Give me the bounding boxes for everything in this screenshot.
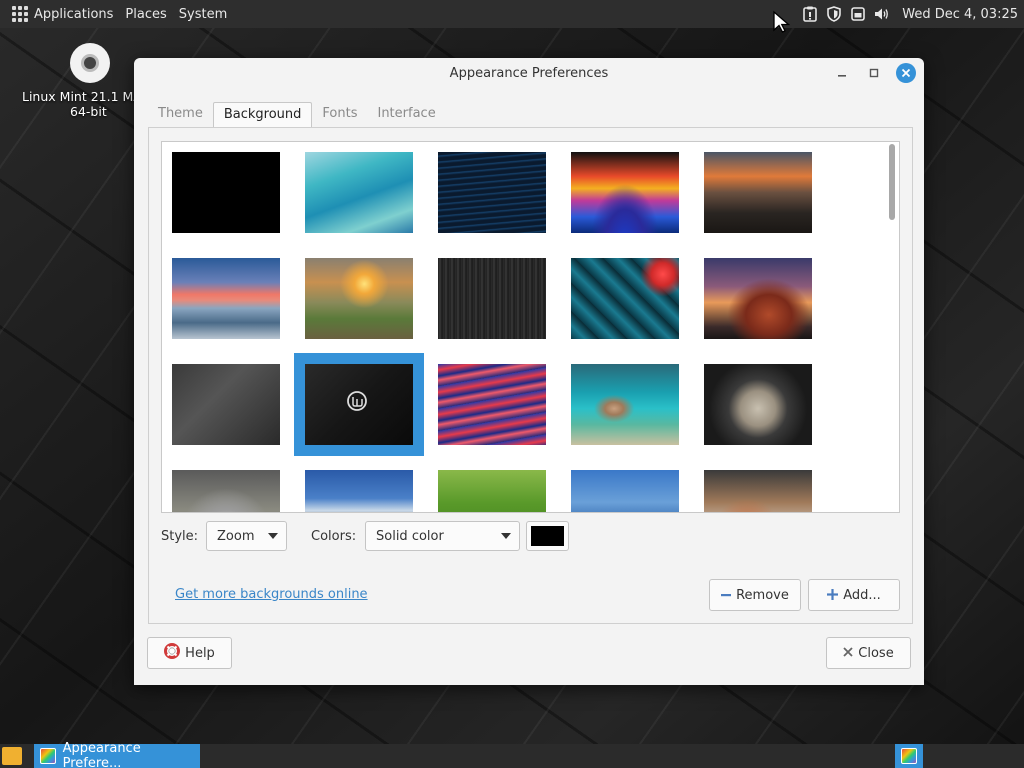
wallpaper-thumbnail[interactable] xyxy=(571,470,679,512)
apps-grid-icon xyxy=(12,6,28,22)
system-menu-label: System xyxy=(178,6,228,22)
mouse-pointer-icon xyxy=(772,10,792,38)
appearance-app-icon xyxy=(40,748,56,764)
lifebuoy-icon xyxy=(164,643,181,663)
wallpaper-thumbnail[interactable] xyxy=(704,258,812,339)
add-button[interactable]: Add... xyxy=(808,579,900,611)
places-menu-label: Places xyxy=(125,6,167,22)
optical-disc-icon xyxy=(70,43,110,83)
remove-button[interactable]: Remove xyxy=(709,579,801,611)
window-titlebar[interactable]: Appearance Preferences xyxy=(134,58,924,88)
wallpaper-thumbnail[interactable] xyxy=(704,364,812,445)
window-close-button[interactable] xyxy=(896,63,916,83)
color-picker-button[interactable] xyxy=(526,521,569,551)
wallpaper-thumbnail[interactable] xyxy=(438,258,546,339)
maximize-button[interactable] xyxy=(864,63,884,83)
minimize-button[interactable] xyxy=(832,63,852,83)
tab-theme[interactable]: Theme xyxy=(148,102,213,128)
chevron-down-icon xyxy=(268,533,278,539)
wallpaper-thumbnail[interactable] xyxy=(704,152,812,233)
workspace-switcher[interactable] xyxy=(895,744,923,768)
background-options-row: Style: Zoom Colors: Solid color xyxy=(161,520,569,552)
wallpaper-thumbnail[interactable] xyxy=(305,152,413,233)
wallpaper-thumbnail[interactable] xyxy=(172,470,280,512)
wallpaper-thumbnail[interactable] xyxy=(305,470,413,512)
wallpaper-thumbnail[interactable] xyxy=(438,470,546,512)
help-button-label: Help xyxy=(185,645,215,661)
window-icon[interactable] xyxy=(850,6,866,22)
background-tab-panel: Style: Zoom Colors: Solid color Get more… xyxy=(148,127,913,624)
colors-dropdown-value: Solid color xyxy=(376,528,444,544)
system-menu[interactable]: System xyxy=(173,0,233,28)
remove-button-label: Remove xyxy=(736,587,789,603)
style-dropdown[interactable]: Zoom xyxy=(206,521,287,551)
minus-icon xyxy=(721,586,732,604)
wallpaper-thumbnail[interactable] xyxy=(571,364,679,445)
gallery-scrollbar[interactable] xyxy=(889,144,895,510)
clipboard-icon[interactable] xyxy=(802,6,818,22)
wallpaper-gallery[interactable] xyxy=(161,141,900,513)
colors-label: Colors: xyxy=(311,528,357,544)
places-menu[interactable]: Places xyxy=(119,0,172,28)
wallpaper-thumbnail[interactable] xyxy=(305,258,413,339)
chevron-down-icon xyxy=(501,533,511,539)
get-more-backgrounds-link[interactable]: Get more backgrounds online xyxy=(175,587,368,602)
close-icon xyxy=(843,646,853,661)
colors-dropdown[interactable]: Solid color xyxy=(365,521,520,551)
style-dropdown-value: Zoom xyxy=(217,528,255,544)
tab-fonts[interactable]: Fonts xyxy=(312,102,367,128)
close-button-label: Close xyxy=(858,645,894,661)
tab-background[interactable]: Background xyxy=(212,102,313,128)
tab-interface[interactable]: Interface xyxy=(367,102,445,128)
applications-menu[interactable]: Applications xyxy=(0,0,119,28)
system-tray: Wed Dec 4, 03:25 xyxy=(802,0,1018,28)
appearance-app-icon xyxy=(901,748,917,764)
wallpaper-thumbnail[interactable] xyxy=(571,152,679,233)
window-title: Appearance Preferences xyxy=(449,65,609,81)
tab-bar: Theme Background Fonts Interface xyxy=(148,102,446,128)
clock[interactable]: Wed Dec 4, 03:25 xyxy=(902,7,1018,22)
wallpaper-thumbnail[interactable] xyxy=(172,364,280,445)
wallpaper-thumbnail[interactable] xyxy=(172,258,280,339)
show-desktop-icon[interactable] xyxy=(2,747,22,765)
taskbar-item-appearance[interactable]: Appearance Prefere... xyxy=(34,741,200,768)
shield-icon[interactable] xyxy=(826,6,842,22)
bottom-taskbar: Appearance Prefere... xyxy=(0,741,1024,768)
wallpaper-thumbnail[interactable] xyxy=(438,152,546,233)
top-panel: Applications Places System Wed Dec 4, 03… xyxy=(0,0,1024,28)
wallpaper-thumbnail[interactable] xyxy=(571,258,679,339)
plus-icon xyxy=(827,586,839,604)
style-label: Style: xyxy=(161,528,199,544)
desktop-icon-label: Linux Mint 21.1 MATE xyxy=(22,89,140,104)
volume-icon[interactable] xyxy=(874,6,890,22)
help-button[interactable]: Help xyxy=(147,637,232,669)
taskbar-item-label: Appearance Prefere... xyxy=(62,741,141,768)
wallpaper-thumbnail[interactable] xyxy=(172,152,280,233)
scrollbar-thumb[interactable] xyxy=(889,144,895,220)
close-button[interactable]: Close xyxy=(826,637,911,669)
applications-menu-label: Applications xyxy=(34,6,114,22)
wallpaper-thumbnail[interactable] xyxy=(704,470,812,512)
wallpaper-thumbnail[interactable] xyxy=(438,364,546,445)
appearance-preferences-window: Appearance Preferences Theme Background … xyxy=(134,58,924,685)
wallpaper-thumbnail-selected[interactable] xyxy=(294,353,424,456)
color-swatch xyxy=(531,526,564,546)
mint-logo-icon xyxy=(347,391,367,411)
add-button-label: Add... xyxy=(843,587,881,603)
